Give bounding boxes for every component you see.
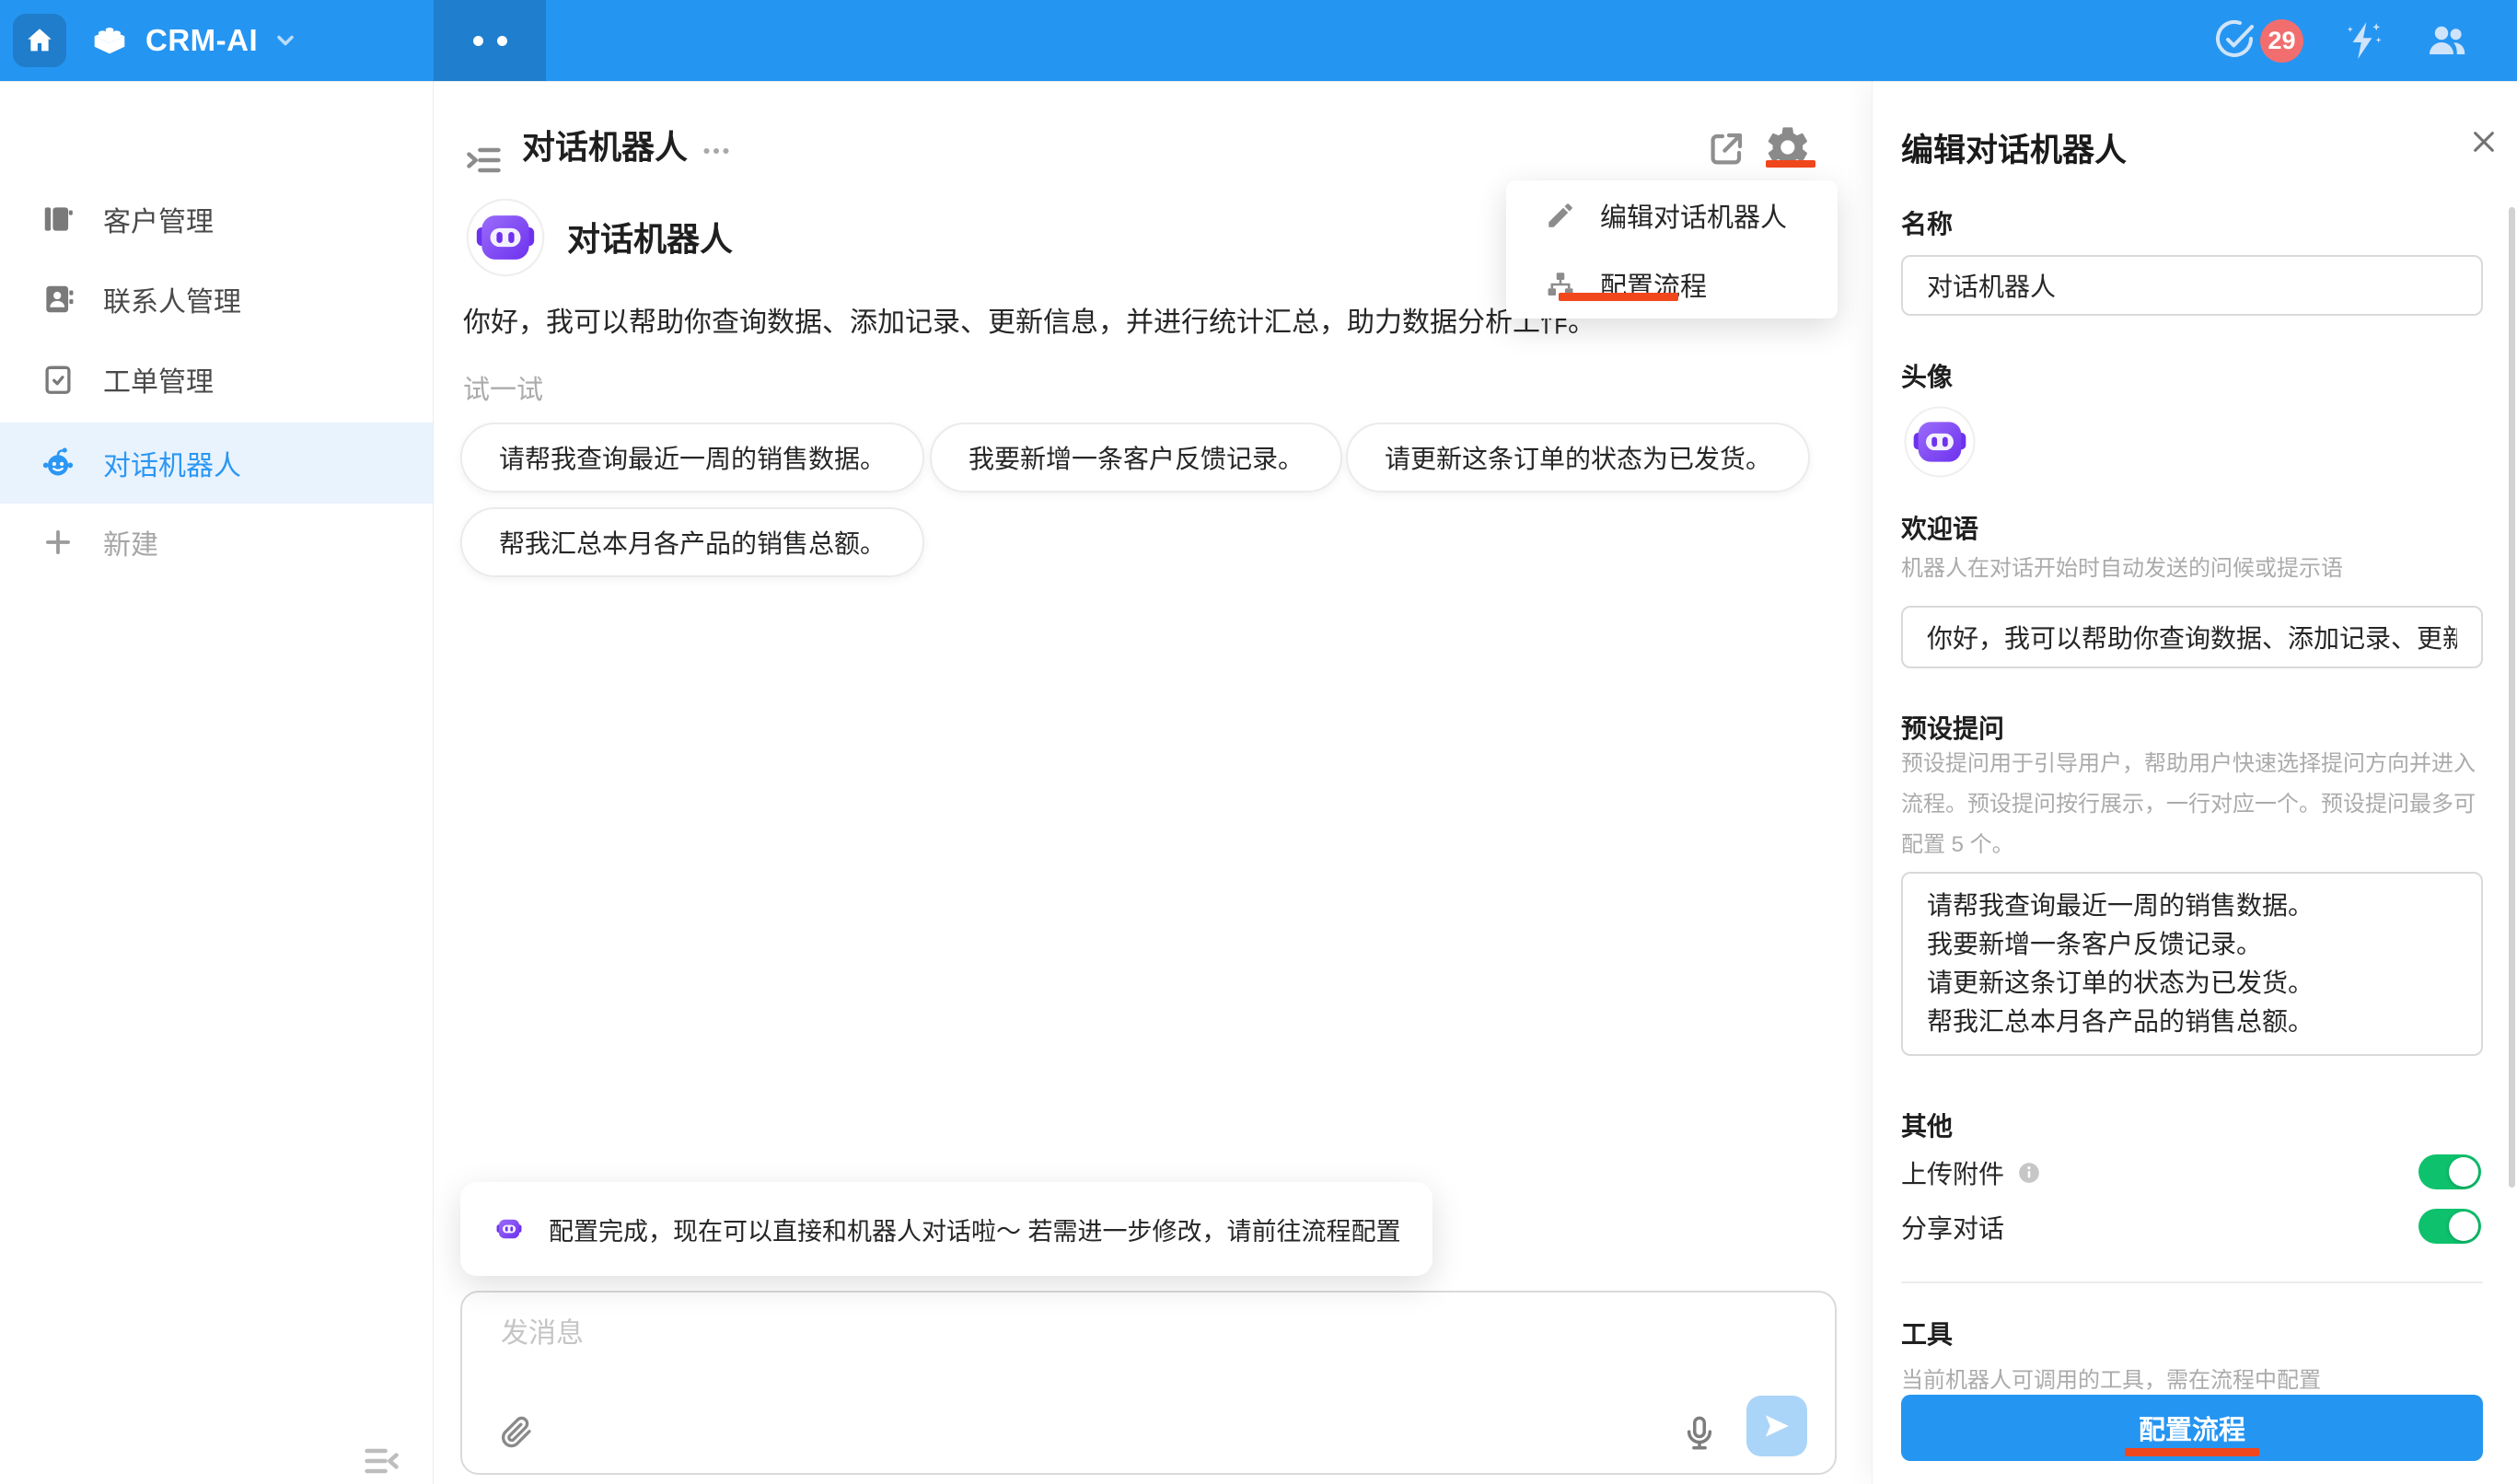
welcome-label: 欢迎语: [1901, 509, 1978, 546]
message-input[interactable]: [499, 1309, 1798, 1359]
tab-dot: [473, 36, 483, 46]
attachment-icon[interactable]: [497, 1414, 534, 1451]
welcome-input[interactable]: [1901, 606, 2483, 668]
title-more-menu[interactable]: [700, 134, 733, 168]
share-conversation-text: 分享对话: [1901, 1209, 2004, 1246]
suggestion-chip[interactable]: 我要新增一条客户反馈记录。: [930, 423, 1342, 493]
sidebar-item-contacts[interactable]: 联系人管理: [0, 259, 433, 340]
sidebar-new-button[interactable]: 新建: [0, 502, 433, 583]
clipboard-check-icon: [41, 362, 75, 397]
topbar: CRM-AI 29: [0, 0, 2517, 81]
sidebar-item-label: 对话机器人: [103, 443, 241, 483]
other-section-label: 其他: [1901, 1107, 1953, 1143]
pencil-icon: [1545, 200, 1576, 231]
sidebar-new-label: 新建: [103, 522, 158, 562]
contact-book-icon: [41, 282, 75, 317]
tasks-check-icon[interactable]: [2213, 18, 2257, 63]
toggle-knob: [2449, 1212, 2478, 1241]
sidebar-item-label: 联系人管理: [103, 279, 241, 319]
button-highlight-underline: [2125, 1448, 2259, 1456]
menu-unfold-icon[interactable]: [463, 140, 504, 180]
avatar-label: 头像: [1901, 357, 1953, 394]
avatar-picker[interactable]: [1903, 405, 1977, 479]
panel-divider: [1901, 1281, 2483, 1283]
preset-label: 预设提问: [1901, 709, 2004, 746]
tools-label: 工具: [1901, 1315, 1953, 1351]
magic-lightning-icon[interactable]: [2342, 18, 2386, 63]
toast-message: 配置完成，现在可以直接和机器人对话啦～ 若需进一步修改，请前往流程配置: [460, 1182, 1432, 1276]
notification-badge: 29: [2260, 19, 2303, 63]
close-icon[interactable]: [2469, 127, 2499, 157]
message-composer: [460, 1291, 1837, 1475]
ledger-book-icon: [41, 202, 75, 237]
configure-flow-label: 配置流程: [2139, 1409, 2245, 1447]
name-label: 名称: [1901, 204, 1953, 241]
users-icon[interactable]: [2425, 18, 2469, 63]
sidebar-item-tickets[interactable]: 工单管理: [0, 339, 433, 420]
app-switcher[interactable]: CRM-AI: [88, 0, 298, 81]
upload-attachment-text: 上传附件: [1901, 1154, 2004, 1191]
info-icon[interactable]: [2017, 1161, 2041, 1185]
robot-icon: [41, 446, 75, 481]
home-button[interactable]: [13, 14, 66, 67]
sidebar-item-label: 工单管理: [103, 359, 214, 400]
bot-mini-icon: [492, 1212, 527, 1246]
toggle-knob: [2449, 1157, 2478, 1187]
menu-highlight-underline: [1559, 293, 1678, 301]
menu-item-configure-flow[interactable]: 配置流程: [1506, 249, 1838, 319]
upload-attachment-toggle[interactable]: [2418, 1154, 2481, 1189]
sidebar-item-label: 客户管理: [103, 199, 214, 239]
plus-icon: [41, 525, 75, 560]
bot-name: 对话机器人: [567, 219, 733, 260]
suggestion-chip[interactable]: 请帮我查询最近一周的销售数据。: [460, 423, 924, 493]
suggestion-chip[interactable]: 帮我汇总本月各产品的销售总额。: [460, 507, 924, 577]
try-label: 试一试: [463, 368, 543, 407]
menu-item-label: 编辑对话机器人: [1600, 196, 1787, 235]
chevron-down-icon: [273, 28, 298, 53]
toast-text: 配置完成，现在可以直接和机器人对话啦～ 若需进一步修改，请前往流程配置: [549, 1212, 1401, 1247]
open-external-icon[interactable]: [1704, 127, 1748, 171]
gear-highlight-underline: [1766, 160, 1815, 168]
preset-questions-textarea[interactable]: 请帮我查询最近一周的销售数据。 我要新增一条客户反馈记录。 请更新这条订单的状态…: [1901, 872, 2483, 1056]
app-logo-icon: [88, 19, 131, 62]
sidebar: 客户管理 联系人管理 工单管理 对话机器人 新建: [0, 81, 434, 1484]
home-icon: [24, 25, 55, 56]
share-conversation-label: 分享对话: [1901, 1209, 2004, 1246]
preset-help: 预设提问用于引导用户，帮助用户快速选择提问方向并进入流程。预设提问按行展示，一行…: [1901, 744, 2483, 865]
page-title: 对话机器人: [522, 127, 688, 168]
menu-fold-icon[interactable]: [362, 1441, 402, 1481]
welcome-help: 机器人在对话开始时自动发送的问候或提示语: [1901, 549, 2483, 589]
sidebar-item-customers[interactable]: 客户管理: [0, 179, 433, 260]
share-conversation-toggle[interactable]: [2418, 1209, 2481, 1244]
sidebar-item-chatbot[interactable]: 对话机器人: [0, 423, 433, 504]
configure-flow-button[interactable]: 配置流程: [1901, 1395, 2483, 1461]
panel-scrollbar[interactable]: [2509, 207, 2515, 1188]
upload-attachment-label: 上传附件: [1901, 1154, 2041, 1191]
bot-avatar: [465, 197, 546, 278]
gear-dropdown-menu: 编辑对话机器人 配置流程: [1506, 180, 1838, 319]
more-apps-tab[interactable]: [434, 0, 546, 81]
send-button[interactable]: [1746, 1396, 1807, 1456]
microphone-icon[interactable]: [1680, 1414, 1719, 1453]
edit-bot-panel: 编辑对话机器人 名称 头像 欢迎语 机器人在对话开始时自动发送的问候或提示语 预…: [1872, 81, 2517, 1484]
app-root: CRM-AI 29: [0, 0, 2517, 1484]
menu-item-edit-bot[interactable]: 编辑对话机器人: [1506, 180, 1838, 249]
tab-dot: [497, 36, 507, 46]
app-name: CRM-AI: [145, 23, 258, 58]
panel-title: 编辑对话机器人: [1901, 124, 2127, 171]
suggestion-chip[interactable]: 请更新这条订单的状态为已发货。: [1346, 423, 1810, 493]
name-input[interactable]: [1901, 255, 2483, 316]
